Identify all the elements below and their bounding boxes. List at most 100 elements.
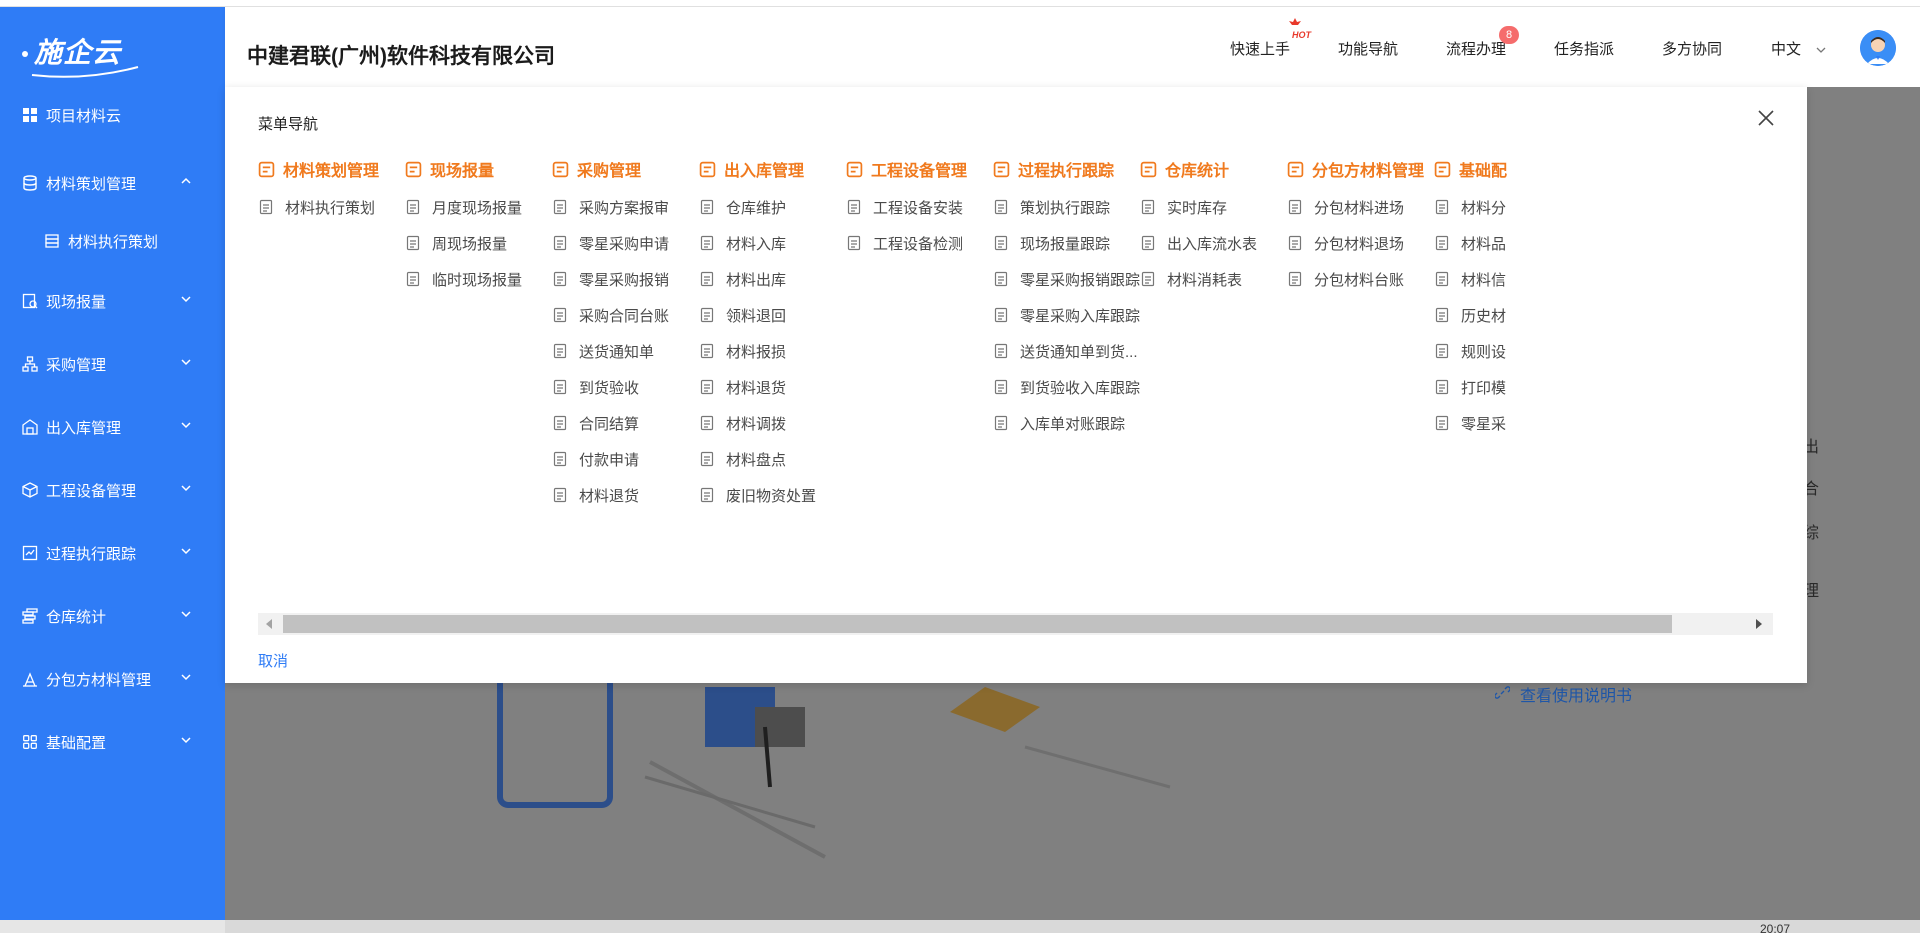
menu-item[interactable]: 零星采购报销 bbox=[552, 268, 669, 290]
menu-item[interactable]: 工程设备检测 bbox=[846, 232, 963, 254]
menu-item-label: 到货验收 bbox=[579, 379, 640, 397]
sidebar-item-equipment-management[interactable]: 工程设备管理 bbox=[0, 470, 225, 510]
menu-item[interactable]: 材料品 bbox=[1434, 232, 1506, 254]
scroll-right-arrow-icon[interactable] bbox=[1756, 619, 1762, 629]
menu-item-label: 零星采购报销 bbox=[579, 271, 670, 289]
menu-item[interactable]: 周现场报量 bbox=[405, 232, 507, 254]
menu-item-icon bbox=[553, 487, 567, 503]
menu-item[interactable]: 材料分 bbox=[1434, 196, 1506, 218]
sidebar-item-label: 材料执行策划 bbox=[68, 233, 159, 251]
menu-item[interactable]: 分包材料进场 bbox=[1287, 196, 1404, 218]
cancel-button[interactable]: 取消 bbox=[258, 650, 288, 671]
nav-feature-navigation[interactable]: 功能导航 bbox=[1338, 38, 1398, 59]
menu-item-label: 材料消耗表 bbox=[1167, 271, 1243, 289]
sidebar-item-label: 现场报量 bbox=[46, 293, 107, 311]
menu-item[interactable]: 分包材料退场 bbox=[1287, 232, 1404, 254]
menu-item[interactable]: 材料消耗表 bbox=[1140, 268, 1242, 290]
sidebar-item-label: 材料策划管理 bbox=[46, 175, 137, 193]
menu-item[interactable]: 出入库流水表 bbox=[1140, 232, 1257, 254]
menu-item[interactable]: 实时库存 bbox=[1140, 196, 1227, 218]
column-coins-icon bbox=[1140, 161, 1157, 177]
menu-item[interactable]: 零星采 bbox=[1434, 412, 1506, 434]
menu-item[interactable]: 领料退回 bbox=[699, 304, 786, 326]
apps-icon bbox=[22, 734, 38, 750]
horizontal-scrollbar[interactable] bbox=[258, 613, 1773, 635]
sidebar-item-label: 项目材料云 bbox=[46, 107, 122, 125]
sidebar-item-warehouse-stats[interactable]: 仓库统计 bbox=[0, 596, 225, 636]
menu-item[interactable]: 材料退货 bbox=[552, 484, 639, 506]
menu-item[interactable]: 合同结算 bbox=[552, 412, 639, 434]
sidebar-item-label: 出入库管理 bbox=[46, 419, 122, 437]
menu-item[interactable]: 临时现场报量 bbox=[405, 268, 522, 290]
app-logo[interactable]: 施企云 bbox=[22, 29, 182, 78]
menu-item[interactable]: 废旧物资处置 bbox=[699, 484, 816, 506]
user-avatar[interactable] bbox=[1860, 30, 1896, 66]
nav-collaboration[interactable]: 多方协同 bbox=[1662, 38, 1722, 59]
menu-item[interactable]: 付款申请 bbox=[552, 448, 639, 470]
menu-item[interactable]: 策划执行跟踪 bbox=[993, 196, 1110, 218]
nav-workflow[interactable]: 流程办理 bbox=[1446, 38, 1506, 59]
menu-item[interactable]: 工程设备安装 bbox=[846, 196, 963, 218]
sidebar-item-process-tracking[interactable]: 过程执行跟踪 bbox=[0, 533, 225, 573]
menu-item[interactable]: 零星采购申请 bbox=[552, 232, 669, 254]
sidebar-item-base-config[interactable]: 基础配置 bbox=[0, 722, 225, 762]
menu-item[interactable]: 材料执行策划 bbox=[258, 196, 375, 218]
menu-item[interactable]: 月度现场报量 bbox=[405, 196, 522, 218]
column-track-icon bbox=[993, 161, 1010, 177]
sidebar-item-material-planning[interactable]: 材料策划管理 bbox=[0, 163, 225, 203]
menu-item[interactable]: 入库单对账跟踪 bbox=[993, 412, 1125, 434]
menu-columns: 材料策划管理 材料执行策划 现场报量 月度现场报量 周现场报量 临时现场报量 采购管理 采购方… bbox=[258, 157, 1773, 569]
sidebar-item-procurement[interactable]: 采购管理 bbox=[0, 344, 225, 384]
hot-badge: HOT bbox=[1292, 30, 1311, 40]
menu-item[interactable]: 送货通知单到货... bbox=[993, 340, 1138, 362]
menu-item-icon bbox=[553, 271, 567, 287]
menu-item-label: 材料退货 bbox=[579, 487, 640, 505]
menu-item[interactable]: 材料盘点 bbox=[699, 448, 786, 470]
menu-navigation-dialog: 菜单导航 材料策划管理 材料执行策划 现场报量 月度现场报量 周现场报量 临时现场报量 采购… bbox=[225, 87, 1807, 683]
user-manual-link[interactable]: 查看使用说明书 bbox=[1520, 682, 1632, 706]
language-select[interactable]: 中文 bbox=[1771, 38, 1827, 59]
menu-item-label: 分包材料进场 bbox=[1314, 199, 1405, 217]
menu-item[interactable]: 历史材 bbox=[1434, 304, 1506, 326]
menu-item[interactable]: 材料信 bbox=[1434, 268, 1506, 290]
track-icon bbox=[22, 545, 38, 561]
sidebar-item-inventory-management[interactable]: 出入库管理 bbox=[0, 407, 225, 447]
menu-item[interactable]: 采购合同台账 bbox=[552, 304, 669, 326]
language-label: 中文 bbox=[1771, 41, 1802, 58]
menu-item[interactable]: 采购方案报审 bbox=[552, 196, 669, 218]
menu-item[interactable]: 仓库维护 bbox=[699, 196, 786, 218]
close-icon[interactable] bbox=[1755, 107, 1777, 129]
menu-item-label: 材料调拨 bbox=[726, 415, 787, 433]
menu-item[interactable]: 分包材料台账 bbox=[1287, 268, 1404, 290]
menu-item[interactable]: 打印模 bbox=[1434, 376, 1506, 398]
menu-item[interactable]: 材料出库 bbox=[699, 268, 786, 290]
menu-item[interactable]: 零星采购入库跟踪 bbox=[993, 304, 1140, 326]
nav-task-assign[interactable]: 任务指派 bbox=[1554, 38, 1614, 59]
sidebar-item-site-report[interactable]: 现场报量 bbox=[0, 281, 225, 321]
menu-column-title[interactable]: 基础配 bbox=[1434, 157, 1614, 181]
logo-swoosh bbox=[31, 66, 139, 78]
menu-item-label: 材料执行策划 bbox=[285, 199, 376, 217]
sidebar-item-subcontractor-material[interactable]: 分包方材料管理 bbox=[0, 659, 225, 699]
scrollbar-thumb[interactable] bbox=[283, 615, 1672, 633]
window-top-border bbox=[0, 0, 1920, 7]
menu-item[interactable]: 到货验收入库跟踪 bbox=[993, 376, 1140, 398]
menu-item[interactable]: 规则设 bbox=[1434, 340, 1506, 362]
sidebar-footer bbox=[0, 920, 225, 933]
menu-item-icon bbox=[1435, 307, 1449, 323]
menu-item[interactable]: 零星采购报销跟踪 bbox=[993, 268, 1140, 290]
menu-item[interactable]: 材料入库 bbox=[699, 232, 786, 254]
nav-quick-start[interactable]: 快速上手 bbox=[1230, 38, 1290, 59]
menu-item[interactable]: 到货验收 bbox=[552, 376, 639, 398]
menu-item[interactable]: 材料退货 bbox=[699, 376, 786, 398]
sidebar-item-project-material-cloud[interactable]: 项目材料云 bbox=[0, 95, 225, 135]
menu-item-icon bbox=[700, 307, 714, 323]
menu-item[interactable]: 材料报损 bbox=[699, 340, 786, 362]
sidebar-item-material-execution-plan[interactable]: 材料执行策划 bbox=[0, 221, 225, 261]
menu-item-icon bbox=[994, 379, 1008, 395]
menu-item[interactable]: 材料调拨 bbox=[699, 412, 786, 434]
menu-item[interactable]: 现场报量跟踪 bbox=[993, 232, 1110, 254]
scroll-left-arrow-icon[interactable] bbox=[266, 619, 272, 629]
menu-item[interactable]: 送货通知单 bbox=[552, 340, 654, 362]
warehouse-icon bbox=[22, 419, 38, 435]
